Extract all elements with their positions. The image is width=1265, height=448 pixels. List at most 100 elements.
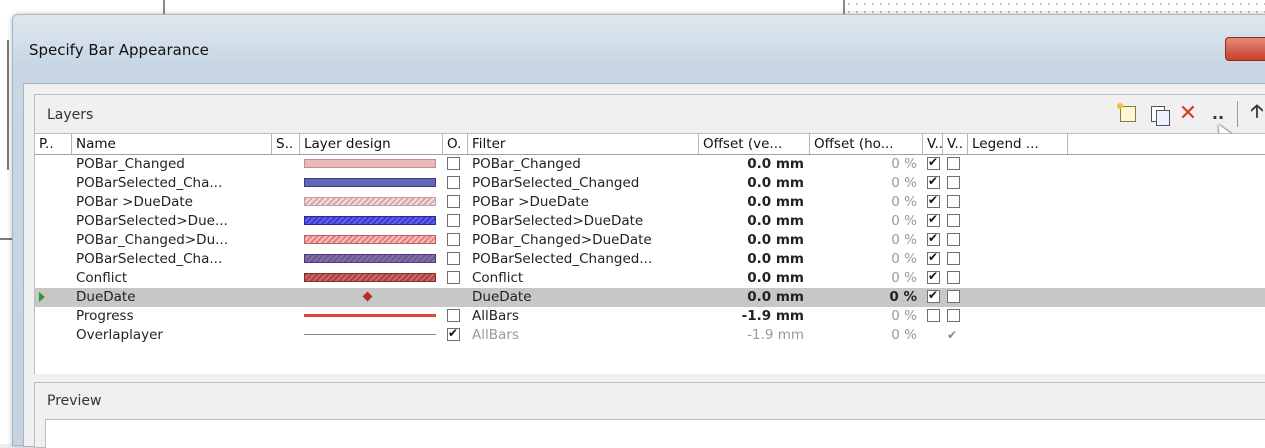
layer-v2-checkbox[interactable]	[947, 270, 960, 284]
layer-v2-checkbox[interactable]	[947, 194, 960, 208]
layer-offset-vertical-cell[interactable]: -1.9 mm	[699, 326, 810, 345]
layer-design-cell[interactable]	[300, 250, 443, 269]
layer-offset-vertical-cell[interactable]: 0.0 mm	[699, 212, 810, 231]
layer-visible-checkbox[interactable]	[927, 174, 940, 191]
layer-offset-horizontal-cell[interactable]: 0 %	[810, 250, 923, 269]
layer-design-cell[interactable]	[300, 174, 443, 193]
layer-offset-horizontal-cell[interactable]: 0 %	[810, 155, 923, 174]
layer-o-checkbox[interactable]	[447, 194, 460, 208]
layer-offset-horizontal-cell[interactable]: 0 %	[810, 288, 923, 307]
layer-filter-cell[interactable]: POBar >DueDate	[468, 193, 699, 212]
layer-o-checkbox[interactable]	[447, 156, 460, 170]
table-row[interactable]: POBarSelected_Cha... POBarSelected_Change…	[35, 174, 1265, 193]
layer-design-cell[interactable]	[300, 269, 443, 288]
column-header-offset-vertical[interactable]: Offset (ve...	[699, 134, 810, 154]
table-row[interactable]: POBarSelected_Cha... POBarSelected_Change…	[35, 250, 1265, 269]
layer-offset-horizontal-cell[interactable]: 0 %	[810, 269, 923, 288]
delete-layer-button[interactable]: ✕	[1177, 103, 1199, 125]
layer-visible-checkbox[interactable]	[927, 212, 940, 229]
layer-o-checkbox[interactable]	[447, 213, 460, 227]
layer-visible-checkbox[interactable]	[927, 193, 940, 210]
column-header-offset-horizontal[interactable]: Offset (ho...	[810, 134, 923, 154]
layer-design-cell[interactable]	[300, 193, 443, 212]
layer-filter-cell[interactable]: AllBars	[468, 326, 699, 345]
layer-visible-checkbox[interactable]	[927, 308, 940, 322]
layer-filter-cell[interactable]: POBarSelected>DueDate	[468, 212, 699, 231]
copy-layer-button[interactable]	[1147, 103, 1170, 126]
layer-o-checkbox[interactable]	[447, 270, 460, 284]
layer-offset-horizontal-cell[interactable]: 0 %	[810, 326, 923, 345]
layer-offset-vertical-cell[interactable]: 0.0 mm	[699, 250, 810, 269]
layer-design-cell[interactable]	[300, 288, 443, 307]
layer-offset-vertical-cell[interactable]: 0.0 mm	[699, 231, 810, 250]
new-layer-button[interactable]	[1117, 103, 1139, 125]
layer-name-cell[interactable]: POBar_Changed	[72, 155, 272, 174]
layer-filter-cell[interactable]: AllBars	[468, 307, 699, 326]
column-header-filter[interactable]: Filter	[468, 134, 699, 154]
layer-visible-checkbox[interactable]	[927, 288, 940, 305]
column-header-v2[interactable]: V..	[943, 134, 968, 154]
table-row[interactable]: POBarSelected>Due... POBarSelected>DueDat…	[35, 212, 1265, 231]
layer-name-cell[interactable]: POBarSelected_Cha...	[72, 174, 272, 193]
layer-offset-vertical-cell[interactable]: 0.0 mm	[699, 269, 810, 288]
layer-visible-checkbox[interactable]	[927, 250, 940, 267]
layer-design-cell[interactable]	[300, 326, 443, 345]
layer-visible-checkbox[interactable]	[927, 269, 940, 286]
layer-offset-horizontal-cell[interactable]: 0 %	[810, 193, 923, 212]
layer-offset-vertical-cell[interactable]: 0.0 mm	[699, 193, 810, 212]
layer-o-checkbox[interactable]	[447, 308, 460, 322]
column-header-layer-design[interactable]: Layer design	[300, 134, 443, 154]
column-header-legend[interactable]: Legend ...	[968, 134, 1068, 154]
layer-offset-horizontal-cell[interactable]: 0 %	[810, 212, 923, 231]
table-row[interactable]: DueDate DueDate 0.0 mm 0 %	[35, 288, 1265, 307]
layer-name-cell[interactable]: Progress	[72, 307, 272, 326]
layer-name-cell[interactable]: POBarSelected>Due...	[72, 212, 272, 231]
layer-o-checkbox[interactable]	[447, 232, 460, 246]
layer-v2-checkbox[interactable]	[947, 232, 960, 246]
layer-offset-horizontal-cell[interactable]: 0 %	[810, 231, 923, 250]
close-button[interactable]	[1225, 37, 1265, 61]
layer-filter-cell[interactable]: Conflict	[468, 269, 699, 288]
layer-offset-vertical-cell[interactable]: -1.9 mm	[699, 307, 810, 326]
layer-filter-cell[interactable]: DueDate	[468, 288, 699, 307]
layer-offset-vertical-cell[interactable]: 0.0 mm	[699, 288, 810, 307]
layer-filter-cell[interactable]: POBarSelected_Changed...	[468, 250, 699, 269]
layer-design-cell[interactable]	[300, 307, 443, 326]
layer-o-checkbox[interactable]	[447, 326, 460, 343]
table-row[interactable]: Overlaplayer AllBars-1.9 mm0 % ✔	[35, 326, 1265, 345]
table-row[interactable]: POBar >DueDate POBar >DueDate 0.0 mm 0 %	[35, 193, 1265, 212]
layer-o-checkbox[interactable]	[447, 175, 460, 189]
layer-filter-cell[interactable]: POBarSelected_Changed	[468, 174, 699, 193]
layer-name-cell[interactable]: Overlaplayer	[72, 326, 272, 345]
layer-visible-checkbox[interactable]	[927, 231, 940, 248]
layer-offset-horizontal-cell[interactable]: 0 %	[810, 174, 923, 193]
column-header-v1[interactable]: V..	[923, 134, 943, 154]
column-header-p[interactable]: P..	[35, 134, 72, 154]
layer-v2-checkbox[interactable]	[947, 308, 960, 322]
layer-o-checkbox[interactable]	[447, 251, 460, 265]
layer-name-cell[interactable]: POBar >DueDate	[72, 193, 272, 212]
layer-design-cell[interactable]	[300, 231, 443, 250]
layer-v2-checkbox[interactable]	[947, 156, 960, 170]
column-header-o[interactable]: O.	[443, 134, 468, 154]
table-row[interactable]: Conflict Conflict 0.0 mm 0 %	[35, 269, 1265, 288]
layer-v2-checkbox[interactable]	[947, 289, 960, 303]
table-row[interactable]: Progress AllBars -1.9 mm 0 %	[35, 307, 1265, 326]
layer-name-cell[interactable]: POBar_Changed>Du...	[72, 231, 272, 250]
table-row[interactable]: POBar_Changed>Du... POBar_Changed>DueDate…	[35, 231, 1265, 250]
layer-offset-vertical-cell[interactable]: 0.0 mm	[699, 155, 810, 174]
column-header-s[interactable]: S..	[272, 134, 300, 154]
layer-filter-cell[interactable]: POBar_Changed>DueDate	[468, 231, 699, 250]
layer-visible-checkbox[interactable]	[927, 155, 940, 172]
layer-v2-checkbox[interactable]	[947, 213, 960, 227]
layer-name-cell[interactable]: POBarSelected_Cha...	[72, 250, 272, 269]
layer-filter-cell[interactable]: POBar_Changed	[468, 155, 699, 174]
table-row[interactable]: POBar_Changed POBar_Changed 0.0 mm 0 %	[35, 155, 1265, 174]
layer-name-cell[interactable]: DueDate	[72, 288, 272, 307]
layer-design-cell[interactable]	[300, 212, 443, 231]
layer-offset-vertical-cell[interactable]: 0.0 mm	[699, 174, 810, 193]
layer-v2-checkbox[interactable]	[947, 251, 960, 265]
layer-offset-horizontal-cell[interactable]: 0 %	[810, 307, 923, 326]
layer-design-cell[interactable]	[300, 155, 443, 174]
column-header-name[interactable]: Name	[72, 134, 272, 154]
